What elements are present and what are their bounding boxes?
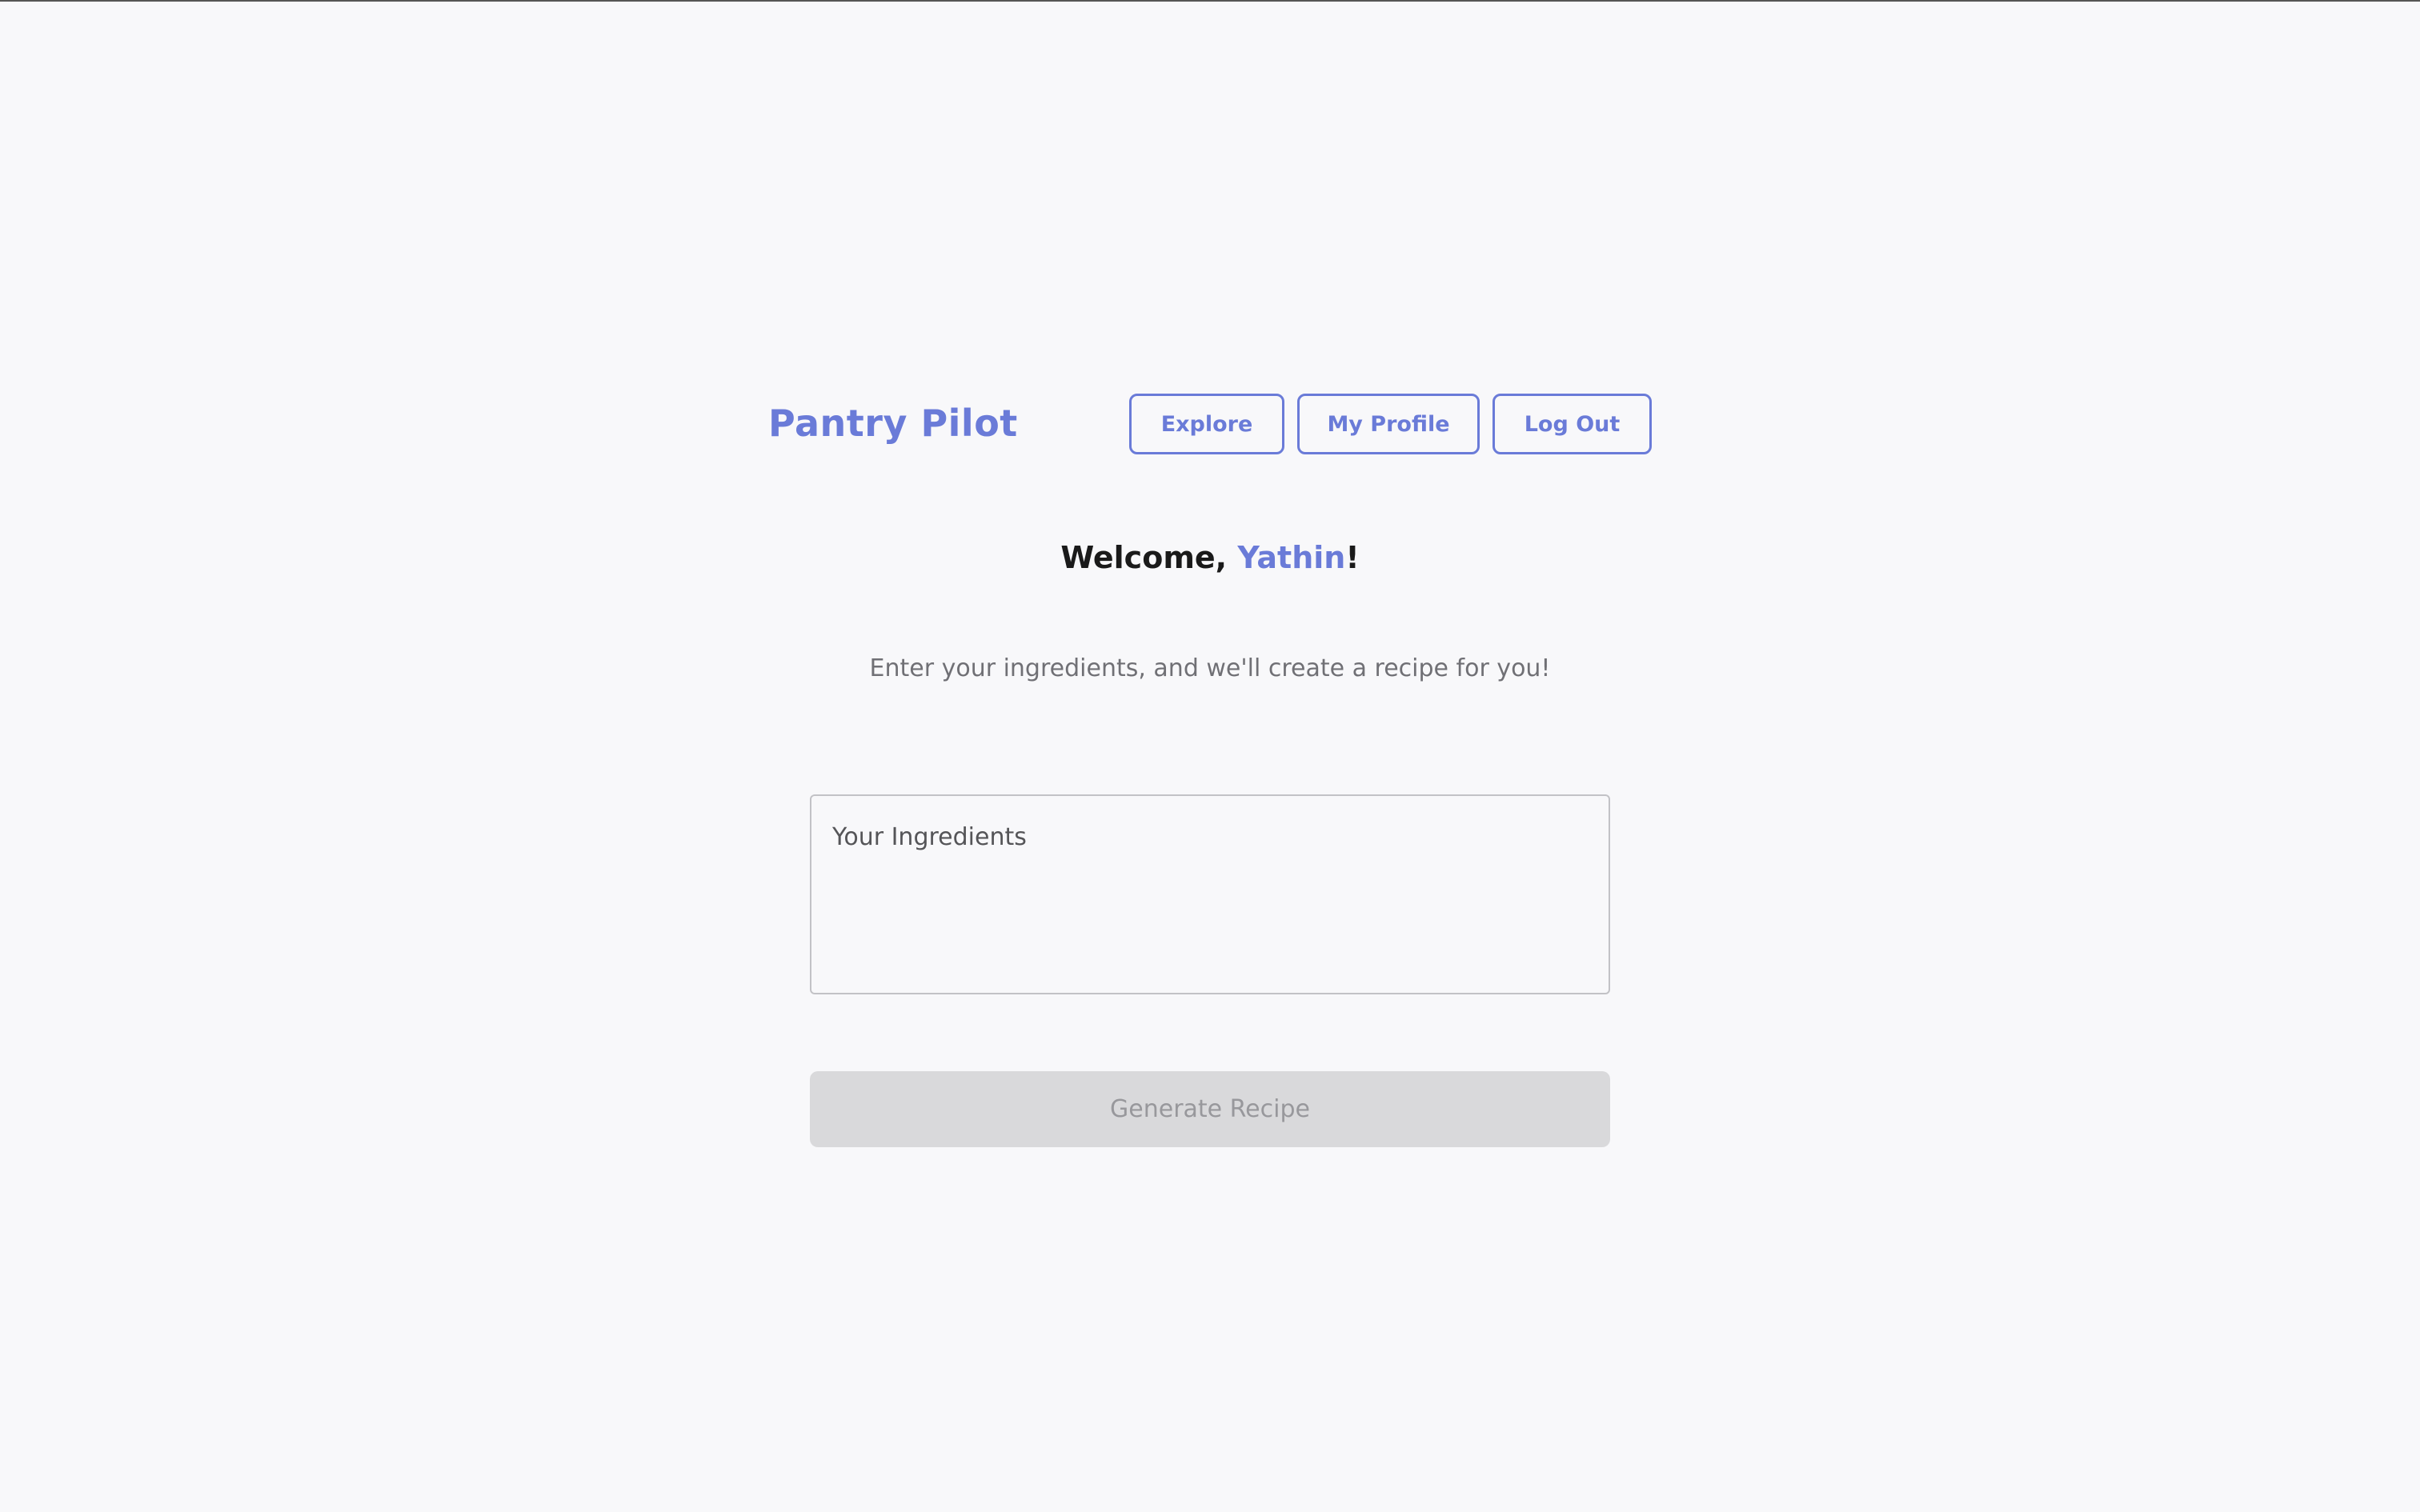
user-name: Yathin bbox=[1237, 540, 1346, 575]
log-out-button[interactable]: Log Out bbox=[1492, 394, 1652, 454]
welcome-prefix: Welcome, bbox=[1060, 540, 1238, 575]
generate-recipe-button[interactable]: Generate Recipe bbox=[810, 1071, 1610, 1147]
app-logo[interactable]: Pantry Pilot bbox=[768, 394, 1018, 453]
instructions-text: Enter your ingredients, and we'll create… bbox=[869, 654, 1551, 682]
ingredients-input[interactable] bbox=[810, 794, 1610, 994]
welcome-heading: Welcome, Yathin! bbox=[0, 530, 2420, 586]
welcome-suffix: ! bbox=[1345, 540, 1360, 575]
explore-button[interactable]: Explore bbox=[1129, 394, 1284, 454]
my-profile-button[interactable]: My Profile bbox=[1297, 394, 1480, 454]
